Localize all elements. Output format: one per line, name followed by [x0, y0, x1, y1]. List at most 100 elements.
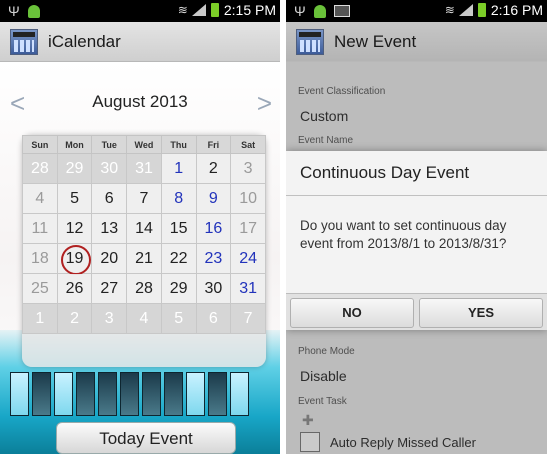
day-cell[interactable]: 7 — [126, 183, 162, 214]
weekday-label: Thu — [160, 135, 197, 154]
continuous-day-dialog: Continuous Day Event Do you want to set … — [286, 151, 547, 330]
title-bar: iCalendar — [0, 22, 280, 62]
day-cell[interactable]: 1 — [22, 303, 58, 334]
tile — [164, 372, 183, 416]
week-row: 4 5 6 7 8 9 10 — [22, 183, 266, 214]
battery-icon — [210, 3, 219, 17]
day-cell[interactable]: 3 — [91, 303, 128, 334]
status-bar: Ψ ≋ 2:15 PM — [0, 0, 280, 22]
day-cell[interactable]: 29 — [56, 153, 93, 184]
day-cell[interactable]: 31 — [230, 273, 266, 304]
day-cell[interactable]: 11 — [22, 213, 58, 244]
day-cell[interactable]: 15 — [160, 213, 197, 244]
image-icon — [333, 5, 350, 17]
status-clock: 2:15 PM — [223, 2, 276, 18]
day-cell[interactable]: 4 — [126, 303, 162, 334]
day-cell[interactable]: 14 — [126, 213, 162, 244]
yes-button[interactable]: YES — [419, 298, 543, 328]
day-cell[interactable]: 2 — [56, 303, 93, 334]
week-row: 18 19 20 21 22 23 24 — [22, 243, 266, 276]
calendar-app-icon — [10, 28, 38, 55]
today-event-button[interactable]: Today Event — [56, 422, 236, 454]
tile — [10, 372, 29, 416]
app-title: New Event — [334, 31, 417, 51]
day-cell[interactable]: 30 — [195, 273, 232, 304]
tile — [98, 372, 117, 416]
day-cell[interactable]: 22 — [160, 243, 197, 274]
notification-icon — [313, 4, 326, 18]
signal-icon — [191, 4, 206, 16]
day-cell[interactable]: 9 — [195, 183, 232, 214]
day-cell[interactable]: 21 — [126, 243, 162, 274]
tile — [76, 372, 95, 416]
tile — [32, 372, 51, 416]
day-cell[interactable]: 2 — [195, 153, 232, 184]
week-row: 28 29 30 31 1 2 3 — [22, 153, 266, 184]
day-cell[interactable]: 10 — [230, 183, 266, 214]
day-cell[interactable]: 30 — [91, 153, 128, 184]
day-cell[interactable]: 13 — [91, 213, 128, 244]
day-cell-today[interactable]: 19 — [56, 243, 93, 276]
day-cell[interactable]: 25 — [22, 273, 58, 304]
dialog-divider — [286, 195, 547, 196]
day-cell[interactable]: 29 — [160, 273, 197, 304]
tile-row — [10, 372, 249, 416]
no-button[interactable]: NO — [290, 298, 414, 328]
weekday-label: Fri — [195, 135, 232, 154]
day-cell[interactable]: 8 — [160, 183, 197, 214]
dialog-message: Do you want to set continuous day event … — [300, 218, 507, 251]
tile — [186, 372, 205, 416]
day-cell[interactable]: 6 — [91, 183, 128, 214]
month-title: August 2013 — [92, 92, 188, 111]
weekday-label: Sat — [230, 135, 266, 154]
tile — [54, 372, 73, 416]
day-cell[interactable]: 6 — [195, 303, 232, 334]
day-cell[interactable]: 12 — [56, 213, 93, 244]
next-month-icon[interactable]: > — [257, 88, 272, 119]
day-cell[interactable]: 4 — [22, 183, 58, 214]
vibrate-icon: ≋ — [177, 3, 188, 17]
usb-icon: Ψ — [294, 3, 306, 19]
day-cell[interactable]: 7 — [230, 303, 266, 334]
vibrate-icon: ≋ — [444, 3, 455, 17]
day-cell[interactable]: 26 — [56, 273, 93, 304]
status-bar: Ψ ≋ 2:16 PM — [286, 0, 547, 22]
dialog-button-bar: NO YES — [286, 293, 547, 330]
day-cell[interactable]: 18 — [22, 243, 58, 274]
calendar-app-icon — [296, 28, 324, 55]
day-cell[interactable]: 3 — [230, 153, 266, 184]
signal-icon — [458, 4, 473, 16]
weekday-header: Sun Mon Tue Wed Thu Fri Sat — [22, 135, 266, 154]
weekday-label: Sun — [22, 135, 58, 154]
tile — [230, 372, 249, 416]
day-cell[interactable]: 16 — [195, 213, 232, 244]
day-cell[interactable]: 28 — [22, 153, 58, 184]
tile — [142, 372, 161, 416]
week-row: 25 26 27 28 29 30 31 — [22, 273, 266, 304]
status-clock: 2:16 PM — [490, 2, 543, 18]
calendar-grid: Sun Mon Tue Wed Thu Fri Sat 28 29 30 31 … — [22, 135, 266, 334]
day-cell[interactable]: 31 — [126, 153, 162, 184]
weekday-label: Mon — [56, 135, 93, 154]
day-cell[interactable]: 23 — [195, 243, 232, 274]
weekday-label: Wed — [126, 135, 162, 154]
day-cell[interactable]: 27 — [91, 273, 128, 304]
day-cell[interactable]: 24 — [230, 243, 266, 274]
new-event-screen: Ψ ≋ 2:16 PM New Event Event Classificati… — [286, 0, 547, 454]
week-row: 11 12 13 14 15 16 17 — [22, 213, 266, 244]
app-title: iCalendar — [48, 31, 121, 51]
month-navigation: < August 2013 > — [0, 88, 280, 118]
day-cell[interactable]: 20 — [91, 243, 128, 274]
day-cell[interactable]: 1 — [160, 153, 197, 184]
title-bar: New Event — [286, 22, 547, 62]
notification-icon — [27, 4, 40, 18]
day-cell[interactable]: 5 — [56, 183, 93, 214]
weekday-label: Tue — [91, 135, 128, 154]
day-cell[interactable]: 28 — [126, 273, 162, 304]
tile — [120, 372, 139, 416]
day-cell[interactable]: 5 — [160, 303, 197, 334]
usb-icon: Ψ — [8, 3, 20, 19]
day-cell[interactable]: 17 — [230, 213, 266, 244]
tile — [208, 372, 227, 416]
week-row: 1 2 3 4 5 6 7 — [22, 303, 266, 334]
